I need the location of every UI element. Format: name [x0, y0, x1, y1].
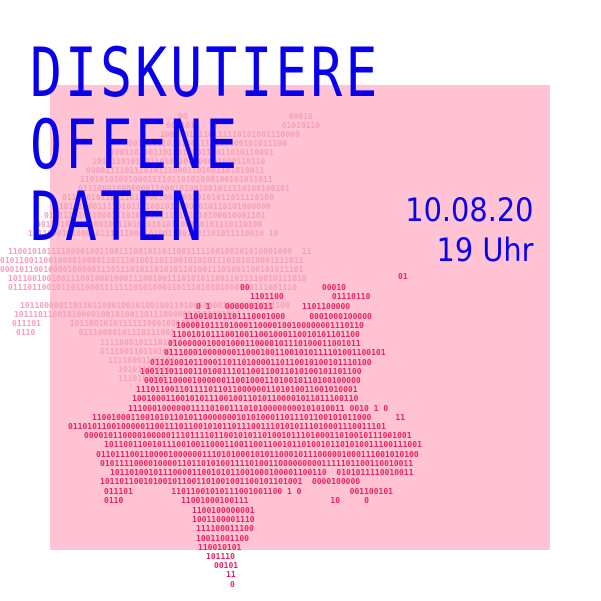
headline: DISKUTIERE OFFENE DATEN: [30, 38, 381, 254]
headline-line-3: DATEN: [30, 178, 206, 257]
event-time: 19 Uhr: [436, 231, 533, 269]
event-info: 10.08.20 19 Uhr: [391, 190, 533, 270]
event-date: 10.08.20: [404, 191, 533, 229]
headline-line-2: OFFENE: [30, 106, 241, 185]
headline-line-1: DISKUTIERE: [30, 34, 381, 113]
